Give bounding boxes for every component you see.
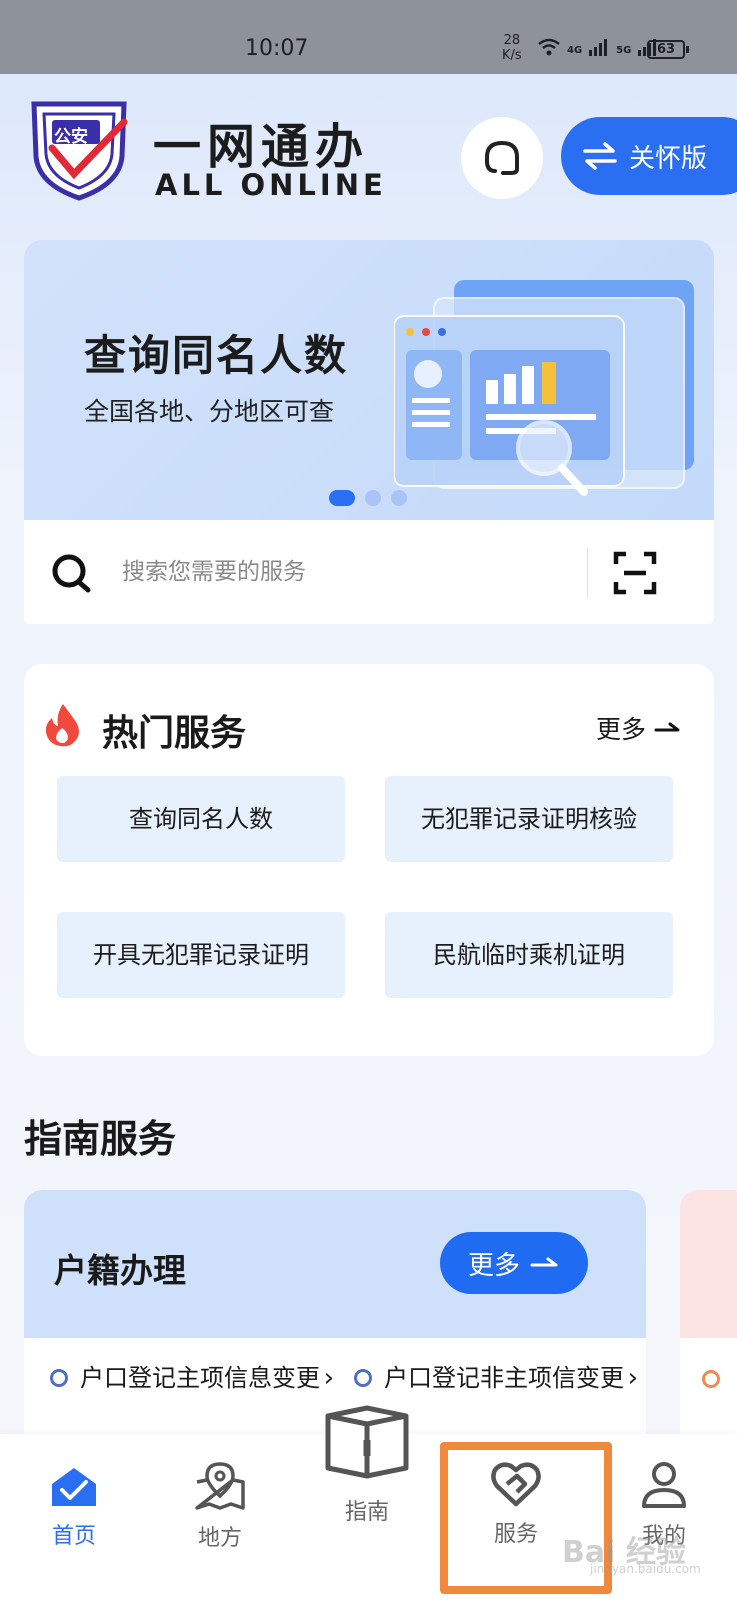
divider (587, 548, 588, 598)
guide-card-title: 户籍办理 (54, 1251, 186, 1290)
battery-icon: 63 (647, 40, 689, 59)
bullet-ring-icon (50, 1369, 68, 1387)
guide-section-title: 指南服务 (24, 1117, 177, 1161)
guide-card-next-peek[interactable] (680, 1190, 737, 1450)
wifi-icon (538, 38, 560, 56)
signal-icons: 4G 5G (537, 38, 659, 56)
home-icon (52, 1468, 96, 1506)
guide-item-label: 户口登记非主项信变更 (384, 1364, 624, 1392)
banner-illustration (393, 270, 704, 500)
bullet-ring-icon (702, 1370, 720, 1388)
tab-guide[interactable]: 指南 (312, 1404, 422, 1594)
chevron-right-icon: › (627, 1363, 638, 1393)
customer-service-button[interactable] (461, 117, 543, 199)
map-pin-icon (195, 1462, 245, 1510)
arrow-right-icon (654, 722, 680, 732)
tab-local-label: 地方 (197, 1526, 242, 1551)
tab-home-label: 首页 (51, 1524, 96, 1549)
pagination-dot[interactable] (365, 490, 381, 506)
care-mode-label: 关怀版 (629, 143, 708, 174)
watermark-url: jingyan.baidu.com (590, 1562, 701, 1576)
more-label: 更多 (596, 715, 647, 744)
fire-icon (45, 704, 79, 747)
tab-services-label: 服务 (493, 1522, 538, 1547)
hot-services-card: 热门服务 更多 查询同名人数 无犯罪记录证明核验 开具无犯罪记录证明 民航临时乘… (24, 664, 714, 1056)
signal-5g-label: 5G (616, 45, 632, 56)
tab-local[interactable]: 地方 (150, 1434, 290, 1600)
cell-signal-icon (589, 39, 608, 56)
status-bar: 10:07 28 K/s 4G 5G 63 (0, 0, 737, 74)
guide-list-item[interactable]: 户口登记非主项信变更 › (354, 1358, 638, 1398)
pagination-dot[interactable] (329, 490, 355, 506)
tab-home[interactable]: 首页 (4, 1434, 144, 1600)
banner-pagination (329, 490, 407, 506)
switch-arrows-icon (583, 142, 617, 170)
police-shield-logo: 公安 (26, 98, 132, 202)
guide-list-item[interactable]: 户口登记主项信息变更 › (50, 1358, 334, 1398)
logo-text: 公安 (54, 127, 88, 147)
guide-item-label: 户口登记主项信息变更 (80, 1364, 320, 1392)
search-icon[interactable] (50, 552, 94, 596)
brand-subtitle: ALL ONLINE (155, 168, 387, 202)
bullet-ring-icon (354, 1369, 372, 1387)
pagination-dot[interactable] (391, 490, 407, 506)
care-mode-button[interactable]: 关怀版 (561, 117, 737, 195)
more-label: 更多 (467, 1250, 520, 1281)
search-bar (24, 520, 714, 624)
service-tile[interactable]: 民航临时乘机证明 (385, 912, 673, 998)
tab-guide-label: 指南 (344, 1500, 389, 1525)
search-input[interactable] (122, 550, 562, 594)
promo-banner[interactable]: 查询同名人数 全国各地、分地区可查 (24, 240, 714, 520)
arrow-right-icon (530, 1257, 558, 1267)
signal-4g-label: 4G (567, 45, 583, 56)
net-speed: 28 K/s (502, 33, 522, 63)
service-tile[interactable]: 查询同名人数 (57, 776, 345, 862)
guide-card-header: 户籍办理 更多 (24, 1190, 646, 1338)
hot-services-more-link[interactable]: 更多 (596, 710, 682, 746)
open-book-icon (325, 1405, 409, 1479)
user-icon (642, 1462, 686, 1508)
heart-handshake-icon (491, 1462, 541, 1507)
scan-icon[interactable] (612, 550, 658, 596)
guide-more-button[interactable]: 更多 (440, 1232, 588, 1294)
banner-subtitle: 全国各地、分地区可查 (84, 397, 335, 426)
hot-services-title: 热门服务 (102, 713, 247, 754)
banner-title: 查询同名人数 (84, 331, 349, 380)
tab-services[interactable]: 服务 (446, 1434, 586, 1600)
service-tile[interactable]: 无犯罪记录证明核验 (385, 776, 673, 862)
service-tile[interactable]: 开具无犯罪记录证明 (57, 912, 345, 998)
headset-icon (485, 140, 519, 175)
chevron-right-icon: › (323, 1363, 334, 1393)
status-time: 10:07 (245, 36, 309, 61)
brand-title: 一网通办 (153, 119, 370, 175)
